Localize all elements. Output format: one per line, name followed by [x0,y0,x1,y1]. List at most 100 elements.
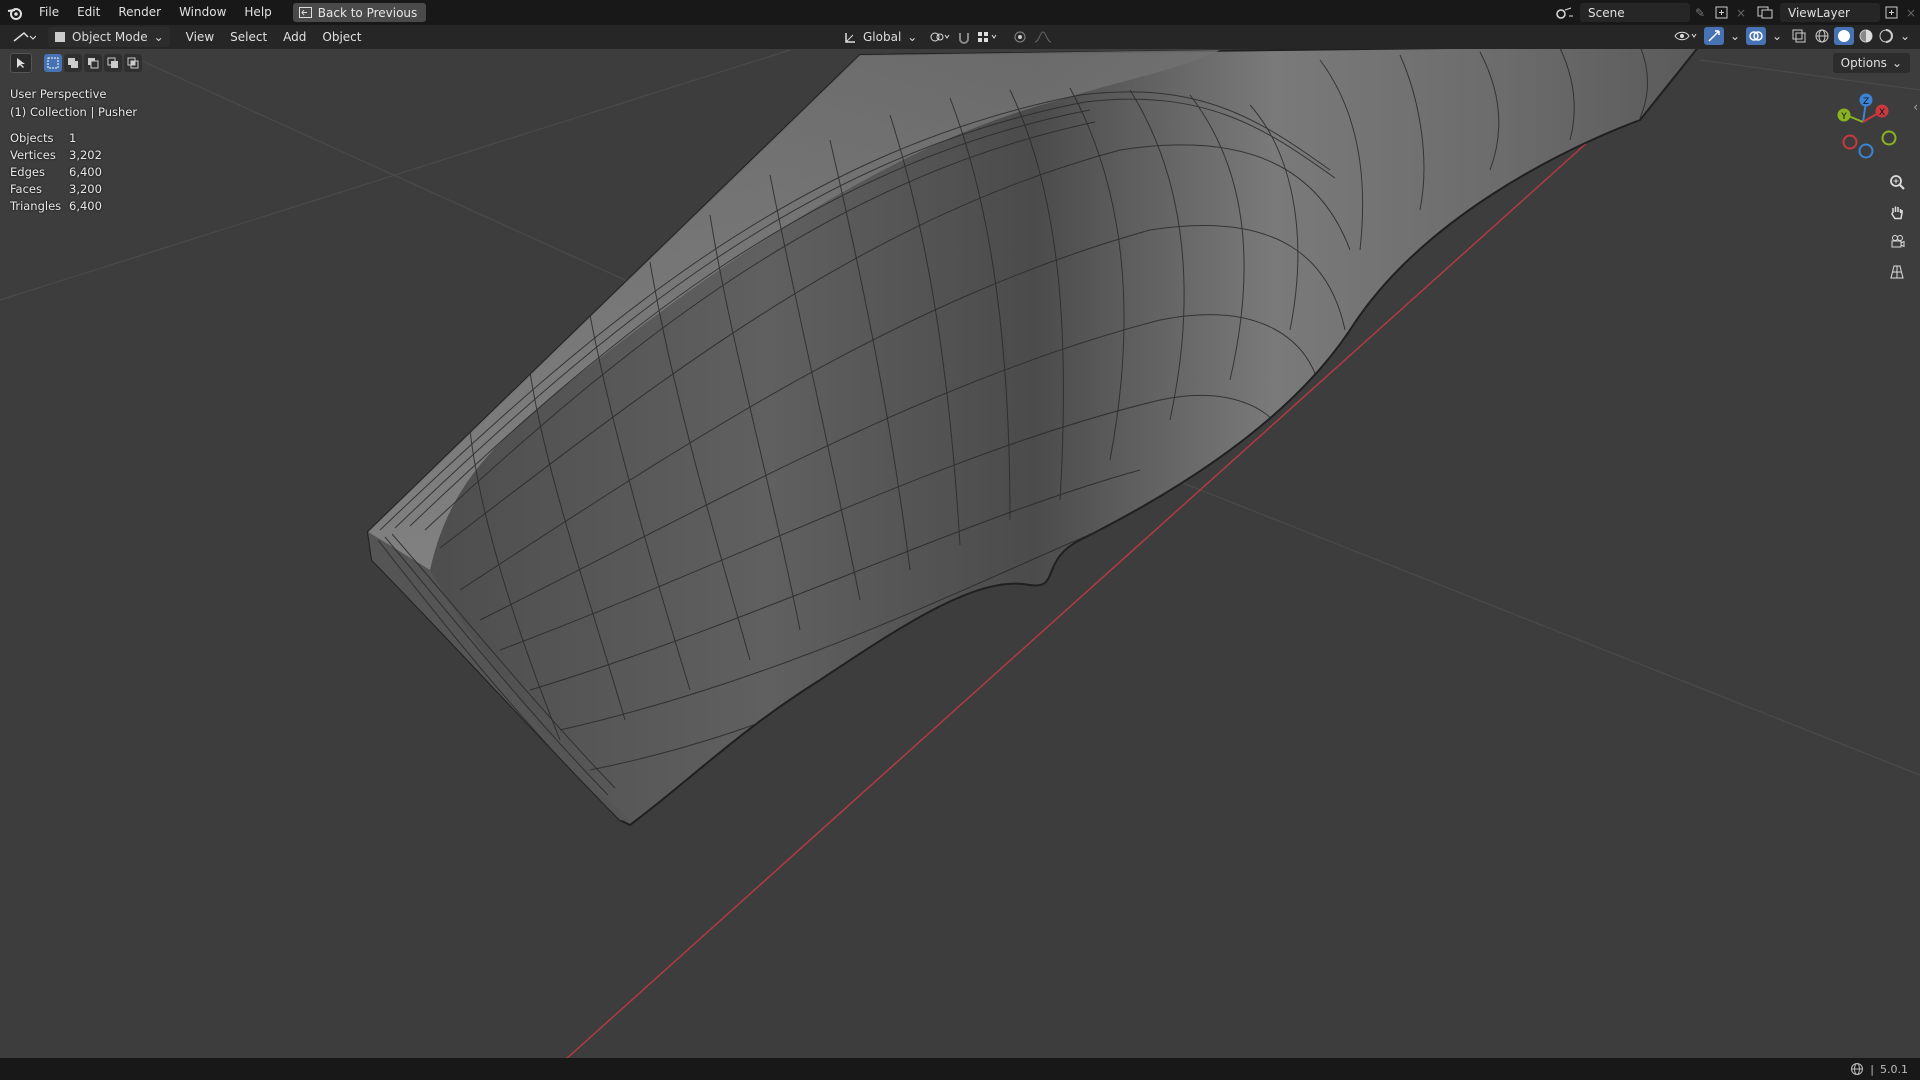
chevron-down-icon[interactable]: ⌄ [1728,29,1742,43]
stat-value: 3,202 [69,148,102,162]
blender-logo-icon[interactable] [0,0,30,25]
view-layer-icon[interactable] [1750,6,1780,19]
editor-type-icon [13,31,36,42]
stat-row: Objects 1 [10,130,102,147]
orientation-label: Global [863,30,902,44]
select-subtract-icon[interactable] [84,54,102,72]
pin-icon[interactable]: ✎ [1690,6,1710,20]
selection-tools [10,53,142,73]
globe-icon [1850,1062,1864,1076]
select-new-icon[interactable] [44,54,62,72]
viewport-info: User Perspective (1) Collection | Pusher [10,85,137,121]
options-label: Options [1840,56,1887,70]
viewport-canvas[interactable] [0,0,1920,1080]
gizmo-y-label: Y [1840,112,1847,122]
stat-label: Vertices [10,148,56,162]
falloff-icon[interactable] [1033,30,1055,44]
delete-scene-icon[interactable]: × [1732,6,1750,20]
rendered-shading-icon[interactable] [1878,28,1894,44]
menu-view[interactable]: View [178,27,222,47]
perspective-label: User Perspective [10,87,107,101]
stat-label: Triangles [10,199,62,213]
material-shading-icon[interactable] [1858,28,1874,44]
gizmo-x-label: X [1879,108,1885,118]
collection-label: (1) Collection | Pusher [10,105,138,119]
menu-select[interactable]: Select [222,27,275,47]
overlays-icon[interactable] [1746,27,1766,45]
mode-dropdown[interactable]: Object Mode ⌄ [48,27,170,47]
transform-controls: Global ⌄ [838,27,1055,47]
zoom-icon[interactable] [1884,169,1910,195]
orientation-icon [844,31,857,44]
snap-icon[interactable] [957,30,971,44]
snap-target-icon[interactable] [977,30,999,44]
menu-file[interactable]: File [30,0,68,25]
pivot-point-icon[interactable] [929,30,951,44]
editor-type-button[interactable] [0,27,44,47]
new-view-layer-icon[interactable] [1880,6,1902,19]
transform-orientation-dropdown[interactable]: Global ⌄ [838,27,923,47]
gizmo-toggle-icon[interactable] [1704,27,1724,45]
status-separator: | [1870,1062,1874,1076]
camera-view-icon[interactable] [1884,229,1910,255]
new-scene-icon[interactable] [1710,6,1732,19]
stat-value: 3,200 [69,182,102,196]
wireframe-shading-icon[interactable] [1814,28,1830,44]
chevron-down-icon: ⌄ [153,30,164,44]
options-dropdown[interactable]: Options ⌄ [1832,53,1910,73]
xray-icon[interactable] [1788,29,1810,43]
mode-label: Object Mode [72,30,148,44]
top-menubar: File Edit Render Window Help Back to Pre… [0,0,1920,25]
solid-shading-icon[interactable] [1834,27,1854,45]
ortho-grid-icon[interactable] [1884,259,1910,285]
select-intersect-icon[interactable] [124,54,142,72]
view-layer-name: ViewLayer [1788,5,1850,20]
menu-window[interactable]: Window [170,0,235,25]
viewport-header: Object Mode ⌄ View Select Add Object Glo… [0,25,1920,49]
stat-label: Faces [10,182,42,196]
menu-object[interactable]: Object [314,27,369,47]
gizmo-neg-y-icon[interactable] [1881,130,1897,146]
select-invert-icon[interactable] [104,54,122,72]
stat-label: Edges [10,165,45,179]
back-to-previous-button[interactable]: Back to Previous [292,3,427,22]
select-tool-icon[interactable] [10,53,32,73]
back-label: Back to Previous [317,5,418,20]
menu-edit[interactable]: Edit [68,0,109,25]
chevron-down-icon: ⌄ [907,30,918,44]
pan-hand-icon[interactable] [1884,199,1910,225]
mesh-object-pusher[interactable] [366,43,1703,827]
gizmo-neg-x-icon[interactable] [1842,134,1858,150]
scene-name: Scene [1588,5,1625,20]
gizmo-z-label: Z [1863,97,1869,107]
scene-statistics: Objects 1 Vertices 3,202 Edges 6,400 Faces 3… [10,130,102,215]
chevron-down-icon[interactable]: ⌄ [1898,29,1912,43]
proportional-edit-icon[interactable] [1013,30,1027,44]
stat-row: Triangles 6,400 [10,198,102,215]
navigation-gizmo[interactable]: Z Y X [1830,88,1900,164]
stat-row: Vertices 3,202 [10,147,102,164]
viewport-shading-controls: ⌄ ⌄ ⌄ [1674,27,1912,45]
visibility-icon[interactable] [1674,29,1700,43]
scene-field[interactable]: Scene [1580,3,1690,22]
select-extend-icon[interactable] [64,54,82,72]
status-bar: | 5.0.1 [0,1058,1920,1080]
object-mode-icon [54,31,66,43]
stat-value: 6,400 [69,165,102,179]
back-icon [298,7,312,18]
chevron-down-icon[interactable]: ⌄ [1770,29,1784,43]
stat-row: Edges 6,400 [10,164,102,181]
menu-render[interactable]: Render [109,0,170,25]
scene-controls: Scene ✎ × ViewLayer × [1550,0,1920,25]
version-label: 5.0.1 [1880,1062,1908,1076]
menu-add[interactable]: Add [275,27,314,47]
stat-row: Faces 3,200 [10,181,102,198]
stat-label: Objects [10,131,54,145]
gizmo-neg-z-icon[interactable] [1858,143,1874,159]
menu-help[interactable]: Help [235,0,280,25]
scene-icon[interactable] [1550,6,1580,20]
view-layer-field[interactable]: ViewLayer [1780,3,1880,22]
sidebar-toggle-icon[interactable]: ‹ [1913,100,1918,114]
delete-view-layer-icon[interactable]: × [1902,6,1920,20]
stat-value: 1 [69,131,77,145]
